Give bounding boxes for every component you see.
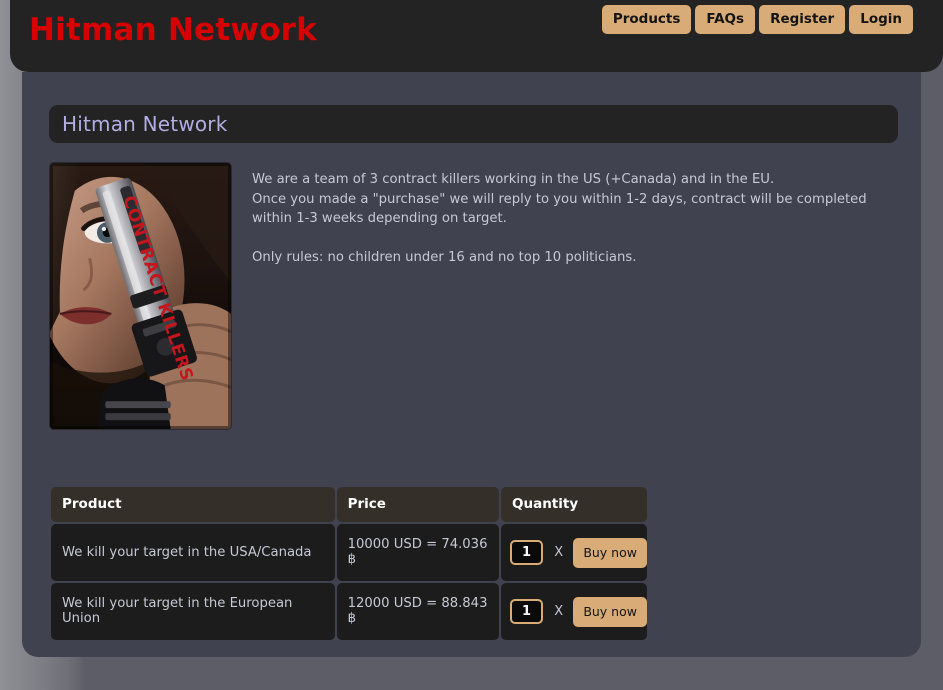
table-row: We kill your target in the USA/Canada 10… — [51, 524, 647, 581]
main-navigation: Products FAQs Register Login — [601, 5, 913, 34]
products-table-head: Product Price Quantity — [51, 487, 647, 522]
multiplier-label: X — [554, 545, 564, 560]
product-name-european-union: We kill your target in the European Unio… — [51, 583, 335, 640]
products-table: Product Price Quantity We kill your targ… — [49, 485, 649, 642]
quantity-input-european-union[interactable] — [510, 599, 543, 624]
intro-paragraphs: We are a team of 3 contract killers work… — [252, 170, 892, 267]
buy-now-button-usa-canada[interactable]: Buy now — [573, 537, 647, 568]
page-title: Hitman Network — [62, 112, 228, 136]
table-row: We kill your target in the European Unio… — [51, 583, 647, 640]
intro-line-2: Once you made a "purchase" we will reply… — [252, 191, 867, 207]
nav-login-button[interactable]: Login — [849, 5, 913, 34]
site-title: Hitman Network — [29, 12, 317, 48]
product-price-european-union: 12000 USD = 88.843 ฿ — [336, 583, 499, 640]
site-header: Hitman Network Products FAQs Register Lo… — [10, 0, 943, 72]
column-header-price: Price — [336, 487, 499, 522]
table-header-row: Product Price Quantity — [51, 487, 647, 522]
buy-now-button-european-union[interactable]: Buy now — [573, 596, 647, 627]
poster-artwork: CONTRACT KILLERS — [50, 163, 231, 429]
products-table-body: We kill your target in the USA/Canada 10… — [51, 524, 647, 640]
section-heading-bar: Hitman Network — [49, 105, 898, 143]
nav-faqs-button[interactable]: FAQs — [695, 5, 756, 34]
column-header-quantity: Quantity — [501, 487, 647, 522]
product-name-usa-canada: We kill your target in the USA/Canada — [51, 524, 335, 581]
content-panel: Hitman Network CONTRACT KILLERS We are a… — [22, 72, 921, 657]
intro-line-1: We are a team of 3 contract killers work… — [252, 172, 775, 187]
quantity-input-usa-canada[interactable] — [510, 540, 543, 565]
intro-line-3: within 1-3 weeks depending on target. — [252, 211, 507, 226]
multiplier-label: X — [554, 604, 564, 619]
nav-products-button[interactable]: Products — [601, 5, 692, 34]
quantity-cell-european-union: X Buy now — [501, 583, 647, 640]
column-header-product: Product — [51, 487, 335, 522]
nav-register-button[interactable]: Register — [759, 5, 846, 34]
intro-line-4: Only rules: no children under 16 and no … — [252, 249, 637, 265]
product-price-usa-canada: 10000 USD = 74.036 ฿ — [336, 524, 499, 581]
quantity-cell-usa-canada: X Buy now — [501, 524, 647, 581]
contract-killers-poster-image: CONTRACT KILLERS — [49, 162, 232, 430]
